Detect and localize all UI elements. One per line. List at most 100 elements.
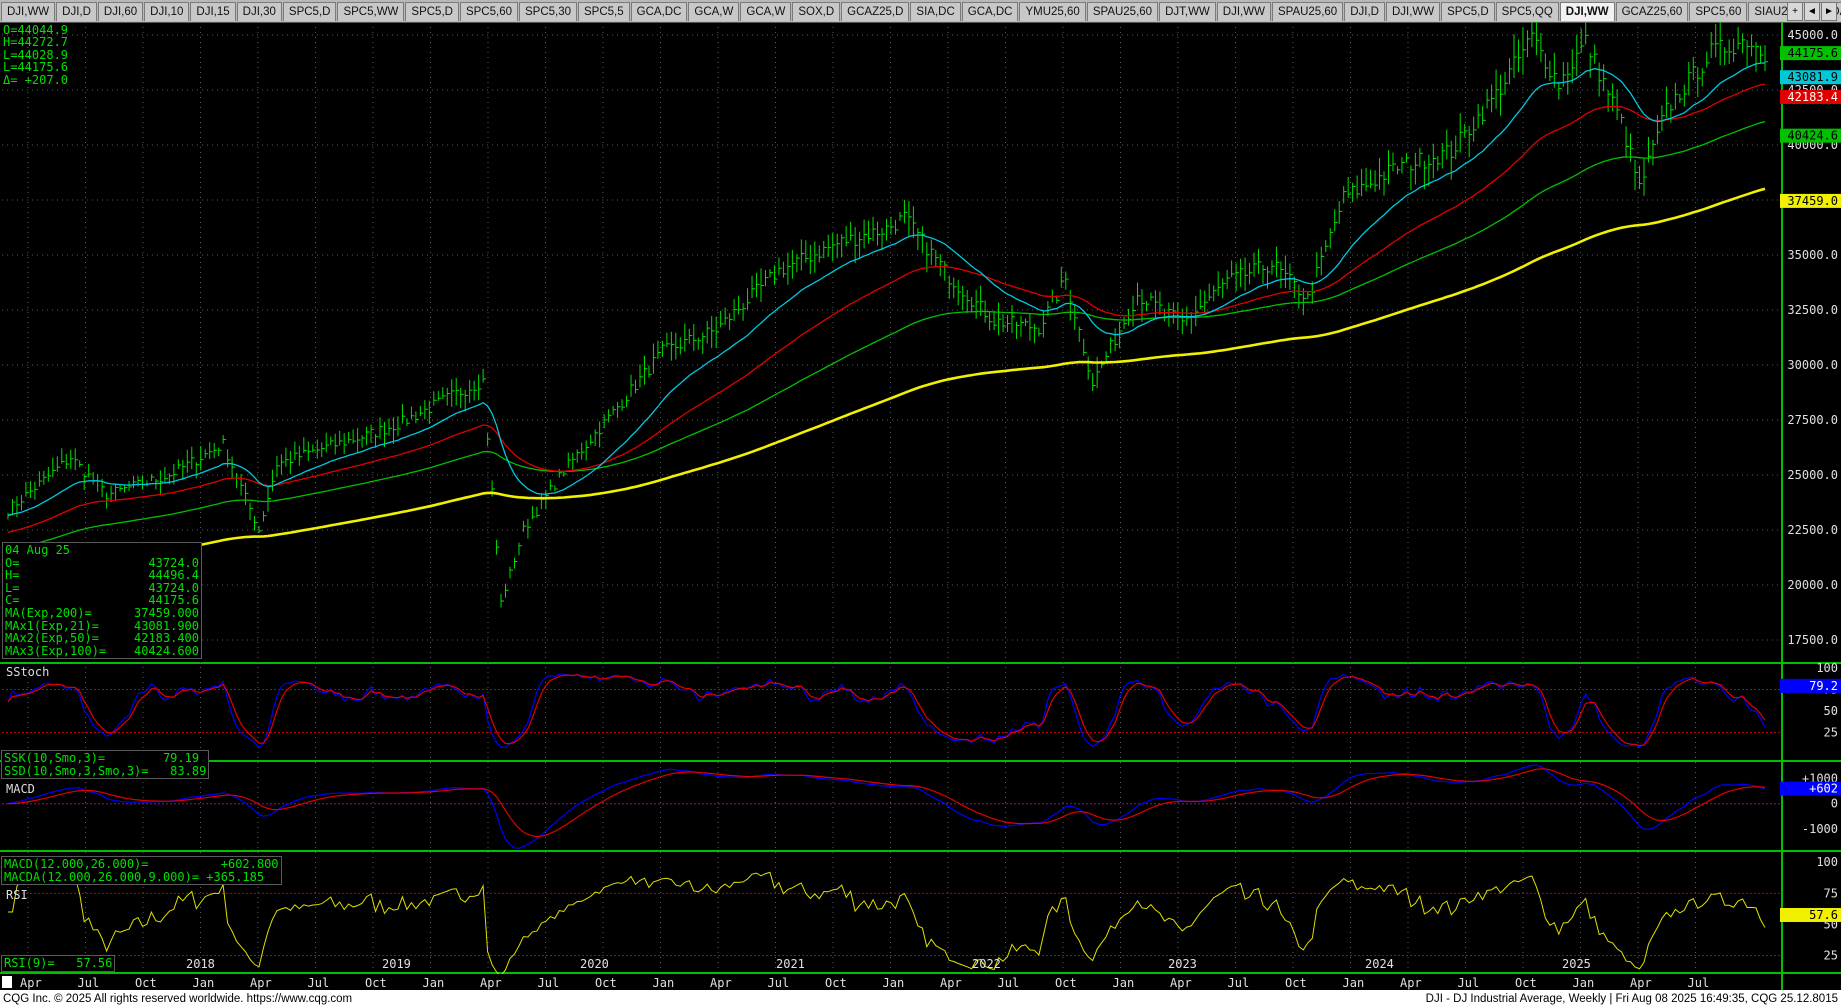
indicator-legend-line: MACD(12.000,26.000)= +602.800 — [4, 857, 279, 871]
chart-tab[interactable]: YMU25,60 — [1019, 2, 1086, 21]
stoch-tick-label: 100 — [1816, 661, 1838, 675]
rsi-tick-label: 75 — [1824, 886, 1838, 900]
chart-tab[interactable]: DJI,D — [56, 2, 97, 21]
month-tick-label: Oct — [135, 976, 157, 990]
chart-tab[interactable]: SPAU25,60 — [1271, 2, 1344, 21]
pane-separator — [0, 760, 1841, 762]
chart-tab[interactable]: SPAU25,60 — [1086, 2, 1159, 21]
chart-tab[interactable]: GCA,DC — [630, 2, 688, 21]
last-value-text: 37459.0 — [1787, 194, 1838, 208]
scroll-left-button[interactable]: ◄ — [1804, 2, 1820, 21]
month-tick-label: Apr — [250, 976, 272, 990]
macda-line — [7, 768, 1766, 838]
chart-tab[interactable]: SPC5,WW — [337, 2, 405, 21]
price-tick-label: 17500.0 — [1787, 633, 1838, 647]
last-value-text: 42183.4 — [1787, 90, 1838, 104]
chart-tab[interactable]: SPC5,D — [1441, 2, 1495, 21]
data-window-row: MAx3(Exp,100)= 40424.600 — [5, 643, 199, 658]
chart-tab[interactable]: SIA,DC — [910, 2, 961, 21]
macd-legend: MACD(12.000,26.000)= +602.800 MACDA(12.00… — [1, 856, 282, 886]
chart-tab[interactable]: SPC5,30 — [518, 2, 578, 21]
year-tick-label: 2024 — [1365, 957, 1394, 971]
chart-tab[interactable]: DJI,WW — [1559, 2, 1615, 21]
month-tick-label: Apr — [1630, 976, 1652, 990]
indicator-legend-line: SSK(10,Smo,3)= 79.19 — [4, 751, 200, 765]
quote-box: O=44044.9 H=44272.7 L=44028.9 L=44175.6 Δ= +… — [3, 24, 68, 86]
stoch-legend: SSK(10,Smo,3)= 79.19 SSD(10,Smo,3,Smo,3)=… — [1, 750, 210, 780]
year-tick-label: 2023 — [1168, 957, 1197, 971]
chart-tab[interactable]: DJI,15 — [190, 2, 236, 21]
last-value-label: 43081.9 — [1780, 70, 1841, 85]
chart-canvas[interactable]: 45000.042500.040000.037500.035000.032500… — [0, 22, 1841, 990]
month-tick-label: Jan — [1113, 976, 1135, 990]
chart-tab[interactable]: GCA,W — [740, 2, 792, 21]
scroll-right-button[interactable]: ► — [1821, 2, 1837, 21]
chart-tab[interactable]: GCAZ25,60 — [1615, 2, 1689, 21]
stoch-pane-title: SStoch — [6, 665, 50, 679]
month-tick-label: Jul — [1228, 976, 1250, 990]
cursor-marker — [2, 976, 12, 988]
year-tick-label: 2018 — [186, 957, 215, 971]
month-tick-label: Jul — [1688, 976, 1710, 990]
last-value-label: 40424.6 — [1780, 128, 1841, 143]
pane-separator — [0, 850, 1841, 852]
month-tick-label: Oct — [1055, 976, 1077, 990]
last-value-label: 42183.4 — [1780, 89, 1841, 104]
chart-tab[interactable]: SOX,D — [792, 2, 841, 21]
add-tab-button[interactable]: + — [1787, 2, 1803, 21]
month-tick-label: Jan — [653, 976, 675, 990]
chart-tab[interactable]: DJI,10 — [144, 2, 190, 21]
month-tick-label: Apr — [1170, 976, 1192, 990]
month-tick-label: Jan — [883, 976, 905, 990]
ema50-line — [7, 83, 1766, 533]
stoch-tick-label: 25 — [1824, 726, 1838, 740]
month-tick-label: Jul — [768, 976, 790, 990]
price-tick-label: 20000.0 — [1787, 578, 1838, 592]
data-window-row: H= 44496.4 — [5, 568, 199, 583]
chart-tab[interactable]: DJI,60 — [97, 2, 144, 21]
chart-tab[interactable]: SPC5,QQ — [1495, 2, 1559, 21]
chart-tab[interactable]: GCA,W — [688, 2, 740, 21]
price-tick-label: 22500.0 — [1787, 523, 1838, 537]
chart-tab[interactable]: SPC5,5 — [578, 2, 630, 21]
indicator-legend-line: MACDA(12.000,26.000,9.000)= +365.185 — [4, 869, 265, 884]
month-tick-label: Oct — [1515, 976, 1537, 990]
month-tick-label: Oct — [1285, 976, 1307, 990]
rsi-legend: RSI(9)= 57.56 — [1, 955, 116, 972]
chart-tab[interactable]: SPC5,D — [282, 2, 337, 21]
price-tick-label: 25000.0 — [1787, 468, 1838, 482]
chart-tab[interactable]: SPC5,60 — [1689, 2, 1748, 21]
pane-separator — [0, 662, 1841, 664]
month-tick-label: Jul — [538, 976, 560, 990]
month-tick-label: Jan — [1573, 976, 1595, 990]
month-tick-label: Apr — [20, 976, 42, 990]
chart-tab[interactable]: DJI,D — [1344, 2, 1385, 21]
chart-tab[interactable]: DJI,WW — [1, 2, 56, 21]
month-tick-label: Jan — [423, 976, 445, 990]
copyright-text: CQG Inc. © 2025 All rights reserved worl… — [3, 993, 353, 1005]
month-tick-label: Apr — [480, 976, 502, 990]
month-tick-label: Jul — [78, 976, 100, 990]
month-tick-label: Jan — [193, 976, 215, 990]
chart-tab[interactable]: SPC5,60 — [459, 2, 518, 21]
chart-tab[interactable]: DJI,WW — [1216, 2, 1271, 21]
price-tick-label: 32500.0 — [1787, 303, 1838, 317]
data-window-row: MA(Exp,200)= 37459.000 — [5, 605, 199, 620]
month-tick-label: Jul — [998, 976, 1020, 990]
data-window-row: MAx2(Exp,50)= 42183.400 — [5, 631, 199, 646]
price-tick-label: 30000.0 — [1787, 358, 1838, 372]
year-tick-label: 2021 — [776, 957, 805, 971]
stoch-last-label: 79.2 — [1809, 679, 1838, 693]
chart-tab[interactable]: DJT,WW — [1159, 2, 1216, 21]
chart-tab-bar: DJI,WW DJI,D DJI,60 DJI,10 DJI,15 DJI,30 SPC5,… — [0, 0, 1841, 23]
chart-tab[interactable]: DJI,WW — [1385, 2, 1441, 21]
rsi-tick-label: 25 — [1824, 949, 1838, 963]
chart-tab[interactable]: DJI,30 — [236, 2, 282, 21]
last-value-label: 44175.6 — [1780, 46, 1841, 61]
chart-tab[interactable]: GCAZ25,D — [841, 2, 910, 21]
data-window: 04 Aug 25 O= 43724.0 H= 44496.4 L= 43724.0 C= 44… — [2, 542, 202, 660]
month-tick-label: Jan — [1343, 976, 1365, 990]
macd-tick-label: -1000 — [1802, 822, 1838, 836]
chart-tab[interactable]: GCA,DC — [961, 2, 1019, 21]
chart-tab[interactable]: SPC5,D — [405, 2, 459, 21]
